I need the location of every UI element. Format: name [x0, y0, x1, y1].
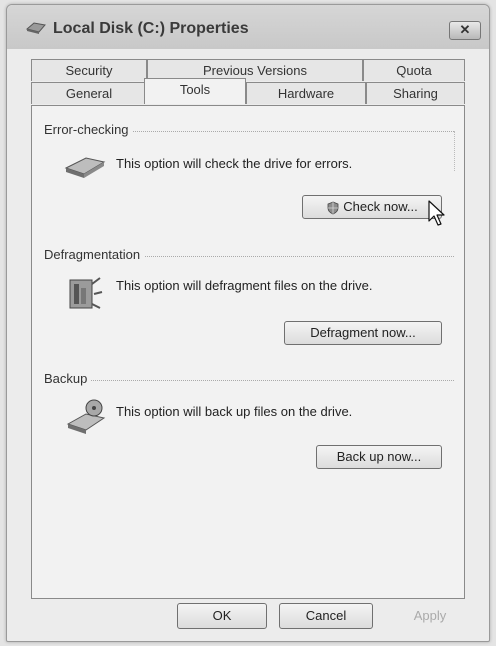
properties-dialog: Local Disk (C:) Properties ✕ Security Pr… [6, 4, 490, 642]
drive-icon [25, 22, 46, 34]
disk-check-icon [64, 157, 106, 178]
error-checking-title: Error-checking [44, 122, 133, 137]
group-border [454, 131, 455, 171]
apply-label: Apply [413, 608, 447, 623]
defragment-now-button[interactable]: Defragment now... [284, 321, 442, 345]
ok-label: OK [212, 608, 232, 623]
tab-quota[interactable]: Quota [363, 59, 465, 81]
tab-hardware[interactable]: Hardware [246, 82, 366, 104]
check-now-label: Check now... [343, 199, 418, 214]
close-button[interactable]: ✕ [449, 21, 481, 40]
back-up-now-label: Back up now... [336, 449, 422, 464]
defragmentation-description: This option will defragment files on the… [116, 278, 373, 293]
title-bar[interactable]: Local Disk (C:) Properties ✕ [7, 5, 489, 49]
group-divider [44, 380, 454, 381]
apply-button[interactable]: Apply [383, 603, 477, 629]
backup-icon [66, 399, 106, 434]
tab-tools[interactable]: Tools [144, 78, 246, 104]
tab-label: Hardware [277, 86, 335, 101]
tab-label: Tools [179, 82, 211, 97]
tab-label: Security [65, 63, 113, 78]
tab-security[interactable]: Security [31, 59, 147, 81]
back-up-now-button[interactable]: Back up now... [316, 445, 442, 469]
ok-button[interactable]: OK [177, 603, 267, 629]
defragment-now-label: Defragment now... [310, 325, 416, 340]
defragment-icon [69, 277, 103, 309]
tools-panel: Error-checking This option will check th… [31, 105, 465, 599]
backup-title: Backup [44, 371, 92, 386]
backup-description: This option will back up files on the dr… [116, 404, 353, 419]
tab-label: Quota [396, 63, 432, 78]
tab-label: Previous Versions [202, 63, 308, 78]
close-icon: ✕ [459, 22, 471, 37]
tab-sharing[interactable]: Sharing [366, 82, 465, 104]
tab-general[interactable]: General [31, 82, 147, 104]
error-checking-description: This option will check the drive for err… [116, 156, 353, 171]
check-now-button[interactable]: Check now... [302, 195, 442, 219]
cancel-button[interactable]: Cancel [279, 603, 373, 629]
cancel-label: Cancel [305, 608, 347, 623]
defragmentation-title: Defragmentation [44, 247, 145, 262]
tab-label: General [65, 86, 113, 101]
window-title: Local Disk (C:) Properties [53, 20, 249, 37]
uac-shield-icon [327, 201, 339, 214]
mouse-pointer-icon [428, 200, 445, 226]
tab-label: Sharing [393, 86, 438, 101]
